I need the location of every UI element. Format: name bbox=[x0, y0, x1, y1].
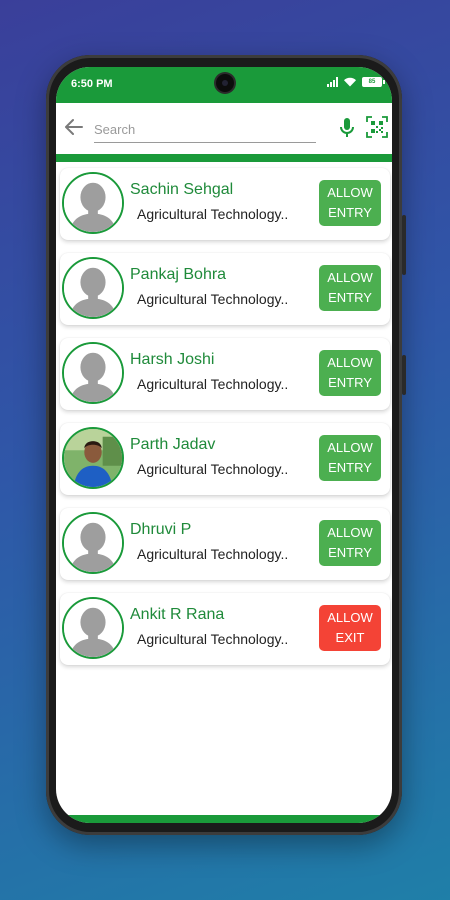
phone-frame: 6:50 PM 85 Search Sachin Sehgal Agricult… bbox=[46, 55, 406, 835]
allow-entry-button[interactable]: ALLOW ENTRY bbox=[319, 435, 381, 481]
action-label-line1: ALLOW bbox=[327, 270, 373, 285]
app-screen: 6:50 PM 85 Search Sachin Sehgal Agricult… bbox=[56, 67, 392, 823]
qr-scan-icon[interactable] bbox=[366, 116, 388, 138]
power-button bbox=[402, 355, 406, 395]
visitor-name: Sachin Sehgal bbox=[130, 181, 234, 198]
avatar bbox=[62, 427, 124, 489]
visitor-card[interactable]: Ankit R Rana Agricultural Technology.. A… bbox=[60, 593, 390, 665]
front-camera bbox=[216, 74, 234, 92]
visitor-name: Harsh Joshi bbox=[130, 351, 215, 368]
status-bar: 6:50 PM 85 bbox=[56, 67, 392, 103]
avatar bbox=[62, 512, 124, 574]
visitor-name: Dhruvi P bbox=[130, 521, 192, 538]
action-label-line2: ENTRY bbox=[328, 460, 372, 475]
visitor-card[interactable]: Harsh Joshi Agricultural Technology.. AL… bbox=[60, 338, 390, 410]
wifi-icon bbox=[344, 77, 356, 87]
search-bar bbox=[56, 103, 392, 154]
back-arrow-icon[interactable] bbox=[62, 115, 86, 139]
action-label-line1: ALLOW bbox=[327, 610, 373, 625]
action-label-line1: ALLOW bbox=[327, 440, 373, 455]
action-label-line1: ALLOW bbox=[327, 525, 373, 540]
visitor-organization: Agricultural Technology.. bbox=[137, 461, 289, 477]
person-placeholder-icon bbox=[64, 259, 122, 317]
visitor-name: Ankit R Rana bbox=[130, 606, 225, 623]
visitor-organization: Agricultural Technology.. bbox=[137, 631, 289, 647]
avatar bbox=[62, 597, 124, 659]
allow-exit-button[interactable]: ALLOW EXIT bbox=[319, 605, 381, 651]
visitor-card[interactable]: Pankaj Bohra Agricultural Technology.. A… bbox=[60, 253, 390, 325]
person-placeholder-icon bbox=[64, 174, 122, 232]
search-input[interactable] bbox=[94, 116, 316, 143]
action-label-line2: ENTRY bbox=[328, 205, 372, 220]
action-label-line2: EXIT bbox=[335, 630, 365, 645]
header-divider bbox=[56, 154, 392, 162]
visitor-name: Pankaj Bohra bbox=[130, 266, 227, 283]
signal-icon bbox=[327, 77, 338, 87]
action-label-line2: ENTRY bbox=[328, 290, 372, 305]
avatar bbox=[62, 342, 124, 404]
avatar bbox=[62, 257, 124, 319]
person-placeholder-icon bbox=[64, 344, 122, 402]
visitor-card[interactable]: Dhruvi P Agricultural Technology.. ALLOW… bbox=[60, 508, 390, 580]
microphone-icon[interactable] bbox=[338, 116, 356, 140]
battery-icon: 85 bbox=[362, 77, 385, 87]
visitor-card[interactable]: Parth Jadav Agricultural Technology.. AL… bbox=[60, 423, 390, 495]
person-placeholder-icon bbox=[64, 599, 122, 657]
profile-photo bbox=[64, 429, 122, 487]
action-label-line1: ALLOW bbox=[327, 185, 373, 200]
action-label-line2: ENTRY bbox=[328, 545, 372, 560]
visitor-organization: Agricultural Technology.. bbox=[137, 376, 289, 392]
allow-entry-button[interactable]: ALLOW ENTRY bbox=[319, 265, 381, 311]
allow-entry-button[interactable]: ALLOW ENTRY bbox=[319, 520, 381, 566]
action-label-line2: ENTRY bbox=[328, 375, 372, 390]
visitor-organization: Agricultural Technology.. bbox=[137, 546, 289, 562]
allow-entry-button[interactable]: ALLOW ENTRY bbox=[319, 180, 381, 226]
status-icons: 85 bbox=[327, 77, 385, 87]
volume-button bbox=[402, 215, 406, 275]
visitor-name: Parth Jadav bbox=[130, 436, 216, 453]
bottom-bar bbox=[56, 815, 392, 823]
action-label-line1: ALLOW bbox=[327, 355, 373, 370]
avatar bbox=[62, 172, 124, 234]
visitor-organization: Agricultural Technology.. bbox=[137, 206, 289, 222]
status-time: 6:50 PM bbox=[71, 78, 113, 90]
person-placeholder-icon bbox=[64, 514, 122, 572]
allow-entry-button[interactable]: ALLOW ENTRY bbox=[319, 350, 381, 396]
visitor-card[interactable]: Sachin Sehgal Agricultural Technology.. … bbox=[60, 168, 390, 240]
visitor-organization: Agricultural Technology.. bbox=[137, 291, 289, 307]
